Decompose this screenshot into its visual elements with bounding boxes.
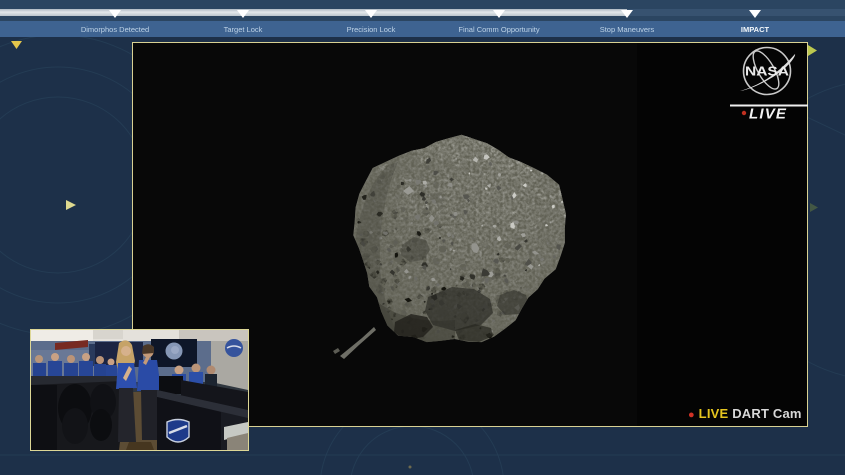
- svg-text:LIVE: LIVE: [749, 106, 787, 123]
- svg-text:NASA: NASA: [745, 65, 789, 79]
